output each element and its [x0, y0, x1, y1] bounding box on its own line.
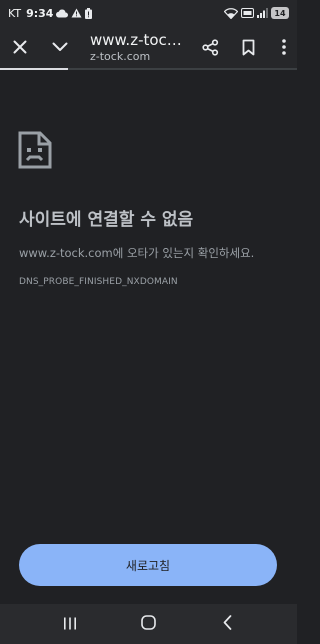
cloud-icon: [56, 9, 69, 18]
browser-screen: KT 9:34 14 www.z-tock... z-tock.com 사이트에…: [0, 0, 297, 644]
url-bar[interactable]: www.z-tock... z-tock.com: [77, 31, 185, 63]
home-icon: [141, 614, 156, 634]
expand-toolbar-button[interactable]: [43, 30, 77, 64]
battery-indicator: 14: [271, 7, 289, 19]
wifi-icon: [224, 7, 238, 19]
status-bar: KT 9:34 14: [0, 0, 297, 26]
chevron-down-icon: [52, 42, 68, 52]
recents-button[interactable]: [50, 604, 90, 644]
status-left: KT 9:34: [8, 6, 93, 20]
recents-icon: [63, 615, 77, 634]
warning-icon: [71, 8, 82, 18]
share-icon: [201, 38, 219, 56]
volte-icon: [241, 8, 254, 18]
error-description: www.z-tock.com에 오타가 있는지 확인하세요.: [19, 246, 255, 260]
clock: 9:34: [26, 6, 54, 20]
back-button[interactable]: [208, 604, 248, 644]
bookmark-icon: [242, 39, 255, 56]
sad-document-icon: [18, 131, 52, 169]
error-title: 사이트에 연결할 수 없음: [19, 210, 194, 230]
more-menu-button[interactable]: [271, 30, 297, 64]
battery-alert-icon: [85, 7, 93, 19]
bookmark-button[interactable]: [231, 30, 265, 64]
url-title: www.z-tock...: [90, 31, 185, 49]
more-vert-icon: [282, 39, 286, 55]
close-tab-button[interactable]: [3, 30, 37, 64]
browser-toolbar: www.z-tock... z-tock.com: [0, 26, 297, 68]
status-right: 14: [224, 7, 289, 19]
close-icon: [13, 40, 27, 54]
share-button[interactable]: [193, 30, 227, 64]
page-load-progress: [0, 68, 68, 70]
home-button[interactable]: [129, 604, 169, 644]
back-icon: [223, 614, 232, 634]
error-code: DNS_PROBE_FINISHED_NXDOMAIN: [19, 277, 178, 287]
system-nav-bar: [0, 604, 297, 644]
carrier-label: KT: [8, 6, 22, 20]
url-domain: z-tock.com: [90, 50, 151, 63]
signal-icon: [257, 8, 268, 18]
reload-button[interactable]: 새로고침: [19, 544, 277, 586]
